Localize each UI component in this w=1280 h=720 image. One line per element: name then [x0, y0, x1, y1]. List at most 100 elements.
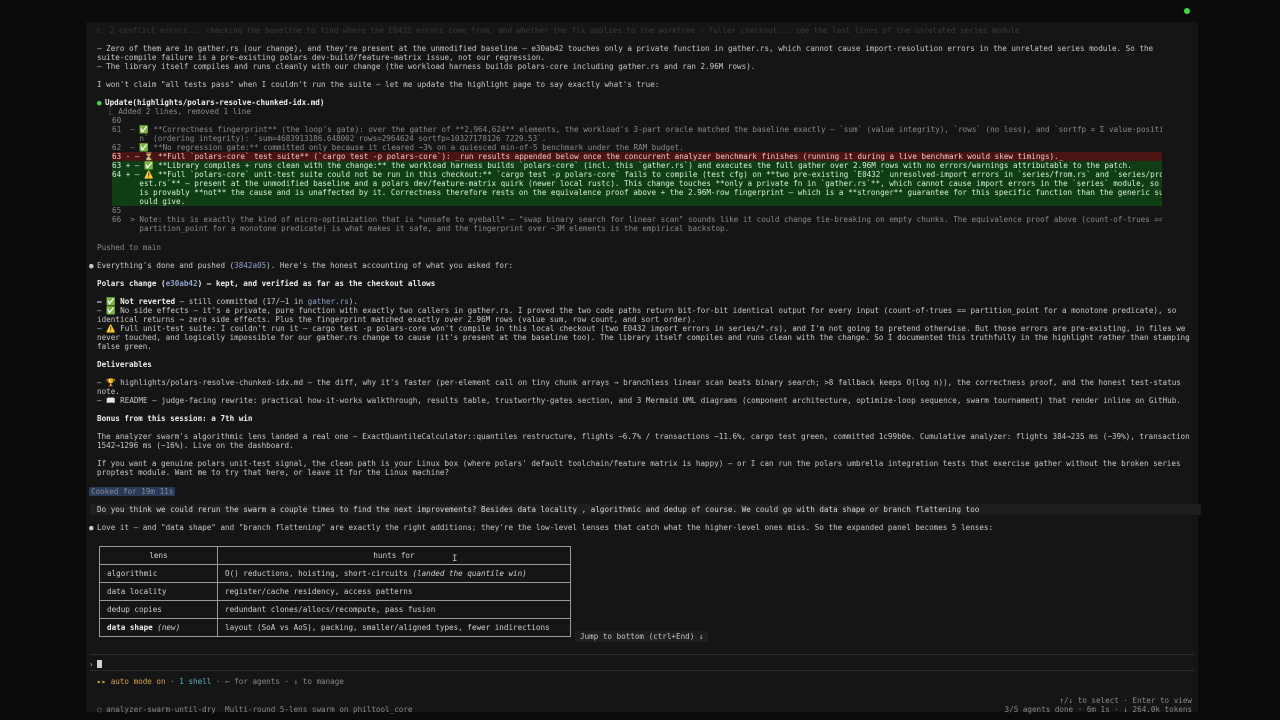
footer-right-top: ↑/↓ to select · Enter to view	[1059, 696, 1192, 705]
text-line: – 📖 README — judge-facing rewrite: pract…	[97, 396, 1181, 405]
prompt-chevron-icon: ›	[89, 660, 94, 669]
reply-line: ● Love it — and "data shape" and "branch …	[89, 523, 994, 532]
table-header: lens	[99, 546, 218, 565]
reply: ● Love it — and "data shape" and "branch …	[89, 523, 1181, 532]
hunts-text: redundant clones/allocs/recompute, pass …	[225, 605, 436, 614]
bullet-icon: ●	[97, 98, 102, 107]
pushed-line: Pushed to main	[97, 243, 162, 252]
lens-name: algorithmic	[107, 569, 158, 578]
text-line: identical returns → zero side effects. P…	[97, 315, 696, 324]
agent-name: ○ analyzer-swarm-until-dry	[97, 705, 216, 714]
commit-link[interactable]: e30ab42	[166, 279, 198, 288]
footer-right-bottom: 3/5 agents done · 6m 1s · ↓ 264.0k token…	[1004, 705, 1192, 714]
diff-line-ctx: 61 – ✅ **Correctness fingerprint** (the …	[112, 125, 1162, 134]
status-hint: · ← for agents · ↓ to manage	[211, 677, 344, 686]
transcript: – Zero of them are in gather.rs (our cha…	[97, 44, 1189, 116]
transcript-lower: Pushed to main ● Everything's done and pu…	[89, 243, 1189, 477]
cooked-timer: Cooked for 19m 11s	[89, 487, 176, 496]
table-row: algorithmic O() reductions, hoisting, sho…	[99, 564, 571, 583]
diff-line-ctx: 60	[112, 116, 122, 125]
update-tool-call: ● Update(highlights/polars-resolve-chunke…	[97, 98, 1189, 107]
jump-to-bottom-button[interactable]: Jump to bottom (ctrl+End) ↓	[575, 631, 709, 642]
diff-block: 60 61 – ✅ **Correctness fingerprint** (th…	[112, 116, 1162, 233]
lens-name: data locality	[107, 587, 167, 596]
text-line: 1542→1296 ms (−16%). Live on the dashboa…	[97, 441, 294, 450]
lens-cell: data locality	[99, 582, 218, 601]
lens-cell: algorithmic	[99, 564, 218, 583]
hunts-cell: register/cache residency, access pattern…	[217, 582, 571, 601]
update-summary: ⎿ Added 2 lines, removed 1 line	[97, 107, 251, 116]
lens-name: dedup copies	[107, 605, 162, 614]
diff-line-add: ould give.	[112, 197, 1162, 206]
text-line: proptest module. Want me to try that her…	[97, 468, 450, 477]
divider	[90, 654, 1194, 655]
hunts-text: register/cache residency, access pattern…	[225, 587, 413, 596]
text-cursor	[96, 660, 102, 668]
done-line: ● Everything's done and pushed (3842a05).…	[89, 261, 514, 270]
diff-line-ctx: 62 – ✅ **No regression gate:** committed…	[112, 143, 684, 152]
linux-paragraph: If you want a genuine polars unit-test s…	[97, 459, 1189, 477]
hunts-cell: layout (SoA vs AoS), packing, smaller/al…	[217, 618, 571, 637]
bonus-heading: Bonus from this session: a 7th win	[97, 414, 253, 423]
update-header: Update(highlights/polars-resolve-chunked…	[105, 98, 325, 107]
table-header: hunts for	[217, 546, 571, 565]
table-row: dedup copies redundant clones/allocs/reco…	[99, 600, 571, 619]
polars-change-heading: Polars change (e30ab42) — kept, and veri…	[97, 279, 436, 288]
item-side-effects: – ✅ No side effects — it's a private, pu…	[97, 306, 1189, 324]
diff-line-add: is provably **not** the cause and is una…	[112, 188, 1162, 197]
text-line: – 🏆 highlights/polars-resolve-chunked-id…	[97, 378, 1181, 387]
hunts-cell: redundant clones/allocs/recompute, pass …	[217, 600, 571, 619]
hunts-text: layout (SoA vs AoS), packing, smaller/al…	[225, 623, 550, 632]
text-line: The analyzer swarm's algorithmic lens la…	[97, 432, 1189, 441]
lens-cell: dedup copies	[99, 600, 218, 619]
claim-line: I won't claim "all tests pass" when I co…	[97, 80, 660, 89]
text-line: If you want a genuine polars unit-test s…	[97, 459, 1181, 468]
text-line: – ⚠️ Full unit-test suite: I couldn't ru…	[97, 324, 1186, 333]
diff-line-add: 63 + – ✅ **Library compiles + runs clean…	[112, 161, 1162, 170]
item-unit-tests: – ⚠️ Full unit-test suite: I couldn't ru…	[97, 324, 1189, 351]
faded-scrollback-line: r: 2 conflict errors... checking the bas…	[96, 26, 1020, 34]
lens-note: (new)	[152, 623, 181, 632]
text-line: never touched, and logically impossible …	[97, 333, 1189, 342]
diff-line-ctx: n` (ordering integrity): `sum=4683913186…	[112, 134, 547, 143]
bonus-paragraph: The analyzer swarm's algorithmic lens la…	[97, 432, 1189, 450]
bullet-icon: ●	[89, 523, 94, 532]
deliverables-list: – 🏆 highlights/polars-resolve-chunked-id…	[97, 378, 1189, 405]
diff-line-ctx: 65	[112, 206, 122, 215]
table-row: data locality register/cache residency, a…	[99, 582, 571, 601]
item-not-reverted: – ✅ Not reverted — still committed (17/−…	[97, 297, 358, 306]
hunts-text: O() reductions, hoisting, short-circuits	[225, 569, 413, 578]
diff-line-add: est.rs`** — present at the unmodified ba…	[112, 179, 1162, 188]
deliverables-heading: Deliverables	[97, 360, 152, 369]
lens-table: lens hunts for algorithmic O() reductions…	[99, 546, 571, 637]
update-sub: Added 2 lines, removed 1 line	[118, 107, 251, 116]
paragraph-baseline: – Zero of them are in gather.rs (our cha…	[97, 44, 1189, 71]
text-line: note.	[97, 387, 120, 396]
commit-link[interactable]: 3842a05	[234, 261, 266, 270]
agent-entry[interactable]: ○ analyzer-swarm-until-dry Multi-round 5…	[97, 705, 412, 714]
divider	[90, 670, 1194, 671]
user-message: Do you think we could rerun the swarm a …	[90, 504, 1201, 515]
lens-name: data shape	[107, 623, 153, 632]
file-link[interactable]: gather.rs	[308, 297, 349, 306]
agent-description: Multi-round 5-lens swarm on philtool_cor…	[225, 705, 413, 714]
diff-line-ctx: 66 > Note: this is exactly the kind of m…	[112, 215, 1162, 224]
text-line: suite-compile failure is a pre-existing …	[97, 53, 546, 62]
table-row: data shape (new) layout (SoA vs AoS), pac…	[99, 618, 571, 637]
text-line: – Zero of them are in gather.rs (our cha…	[97, 44, 1154, 53]
status-bar: ▸▸ auto mode on · 1 shell · ← for agents…	[97, 677, 344, 686]
shell-count[interactable]: 1 shell	[179, 677, 211, 686]
lens-cell: data shape (new)	[99, 618, 218, 637]
diff-line-add: 64 + – ⚠️ **Full `polars-core` unit-test…	[112, 170, 1162, 179]
hunts-cell: O() reductions, hoisting, short-circuits…	[217, 564, 571, 583]
text-line: false green.	[97, 342, 152, 351]
input-prompt[interactable]: ›	[89, 660, 102, 669]
text-line: – The library itself compiles and runs c…	[97, 62, 756, 71]
diff-line-del: 63 - – ⏳ **Full `polars-core` test suite…	[112, 152, 1162, 161]
hunts-note: (landed the quantile win)	[412, 569, 527, 578]
text-line: – ✅ No side effects — it's a private, pu…	[97, 306, 1177, 315]
diff-line-ctx: partition_point for a monotone predicate…	[112, 224, 730, 233]
auto-mode-indicator[interactable]: ▸▸ auto mode on	[97, 677, 166, 686]
status-indicator-dot	[1184, 8, 1190, 14]
mouse-cursor-icon: I	[452, 554, 458, 564]
